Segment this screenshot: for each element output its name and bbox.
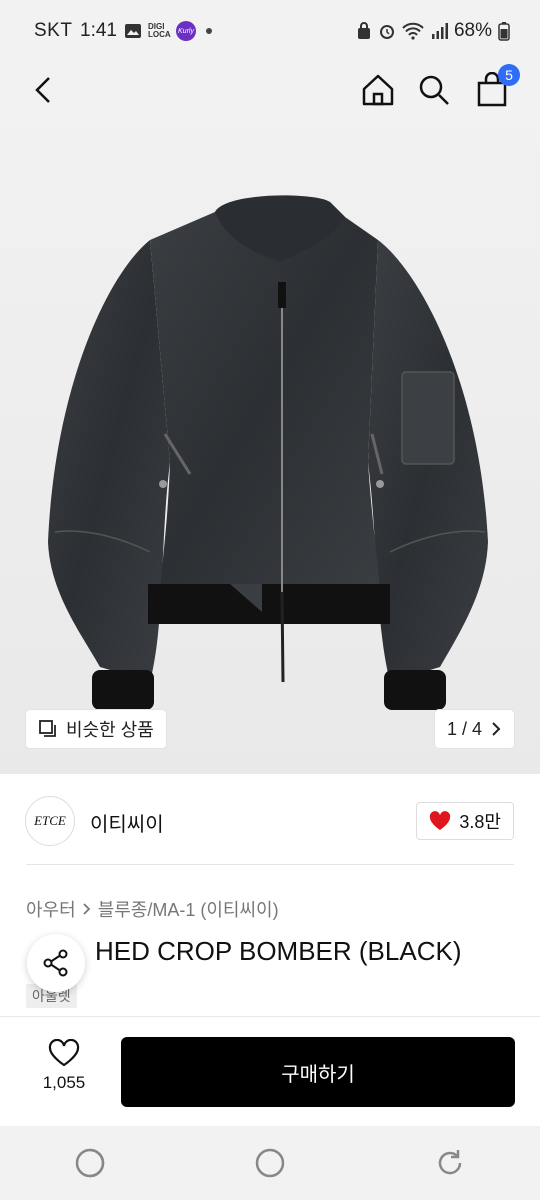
heart-filled-icon <box>430 811 451 830</box>
brand-name[interactable]: 이티씨이 <box>90 808 164 837</box>
battery-percent: 68% <box>453 20 492 41</box>
divider <box>26 864 514 865</box>
system-nav-bar <box>0 1126 540 1200</box>
similar-products-button[interactable]: 비슷한 상품 <box>26 710 166 748</box>
circle-home-icon <box>255 1148 285 1178</box>
battery-icon <box>498 22 510 41</box>
kurly-icon: Kurly <box>176 21 196 41</box>
home-nav-button[interactable] <box>240 1133 300 1193</box>
notification-icons: DIGI LOCA Kurly <box>124 21 212 41</box>
home-button[interactable] <box>354 66 402 114</box>
brand-logo-text: ETCE <box>34 813 66 828</box>
rotate-icon <box>438 1150 462 1175</box>
recents-button[interactable] <box>60 1133 120 1193</box>
similar-items-icon <box>39 720 56 737</box>
recent-apps-icon <box>75 1148 105 1178</box>
alarm-icon <box>379 25 394 39</box>
image-counter-label: 1 / 4 <box>446 718 482 739</box>
gallery-icon <box>125 24 141 38</box>
buy-button[interactable]: 구매하기 <box>121 1037 515 1107</box>
back-nav-button[interactable] <box>420 1133 480 1193</box>
back-button[interactable] <box>20 66 68 114</box>
kurly-label: Kurly <box>178 27 194 35</box>
wishlist-count: 1,055 <box>42 1073 86 1092</box>
home-icon <box>362 74 394 106</box>
wishlist-button[interactable]: 1,055 <box>26 1039 102 1093</box>
share-icon <box>43 949 68 977</box>
brand-like-count: 3.8만 <box>459 812 501 832</box>
breadcrumb-child[interactable]: 블루종/MA-1 (이티씨이) <box>98 896 279 922</box>
breadcrumb-parent[interactable]: 아우터 <box>26 896 76 922</box>
cart-button[interactable]: 5 <box>468 64 520 114</box>
clock: 1:41 <box>80 20 117 41</box>
search-button[interactable] <box>410 66 458 114</box>
product-title-text: HED CROP BOMBER (BLACK) <box>95 936 462 966</box>
search-icon <box>419 75 449 105</box>
chevron-left-icon <box>35 77 50 103</box>
heart-outline-icon <box>48 1039 80 1067</box>
alarm-lock-icon <box>357 22 370 39</box>
carrier-label: SKT <box>34 20 73 41</box>
top-app-bar: 5 <box>0 62 540 122</box>
similar-products-label: 비슷한 상품 <box>66 720 154 740</box>
dot-icon <box>206 28 212 34</box>
product-title: HED CROP BOMBER (BLACK) <box>26 936 461 967</box>
chevron-right-icon <box>83 903 90 915</box>
product-image <box>48 195 488 710</box>
system-icons: 68% <box>356 20 510 42</box>
purchase-bar: 1,055 구매하기 <box>0 1016 540 1127</box>
brand-logo[interactable]: ETCE <box>25 796 75 846</box>
wifi-icon <box>402 22 424 40</box>
breadcrumb: 아우터 블루종/MA-1 (이티씨이) <box>26 896 279 922</box>
share-button[interactable] <box>27 934 85 992</box>
status-bar: SKT 1:41 DIGI LOCA Kurly 68% <box>0 0 540 62</box>
product-image-carousel[interactable]: 비슷한 상품 1 / 4 <box>0 122 540 774</box>
image-counter[interactable]: 1 / 4 <box>434 710 514 748</box>
brand-row: ETCE 이티씨이 3.8만 <box>0 774 540 864</box>
cart-count-badge: 5 <box>498 64 520 86</box>
digi-loca-icon: DIGI LOCA <box>148 22 171 39</box>
signal-icon <box>431 23 448 39</box>
chevron-right-icon <box>492 722 501 736</box>
buy-button-label: 구매하기 <box>281 1063 355 1086</box>
brand-like-button[interactable]: 3.8만 <box>416 802 514 840</box>
